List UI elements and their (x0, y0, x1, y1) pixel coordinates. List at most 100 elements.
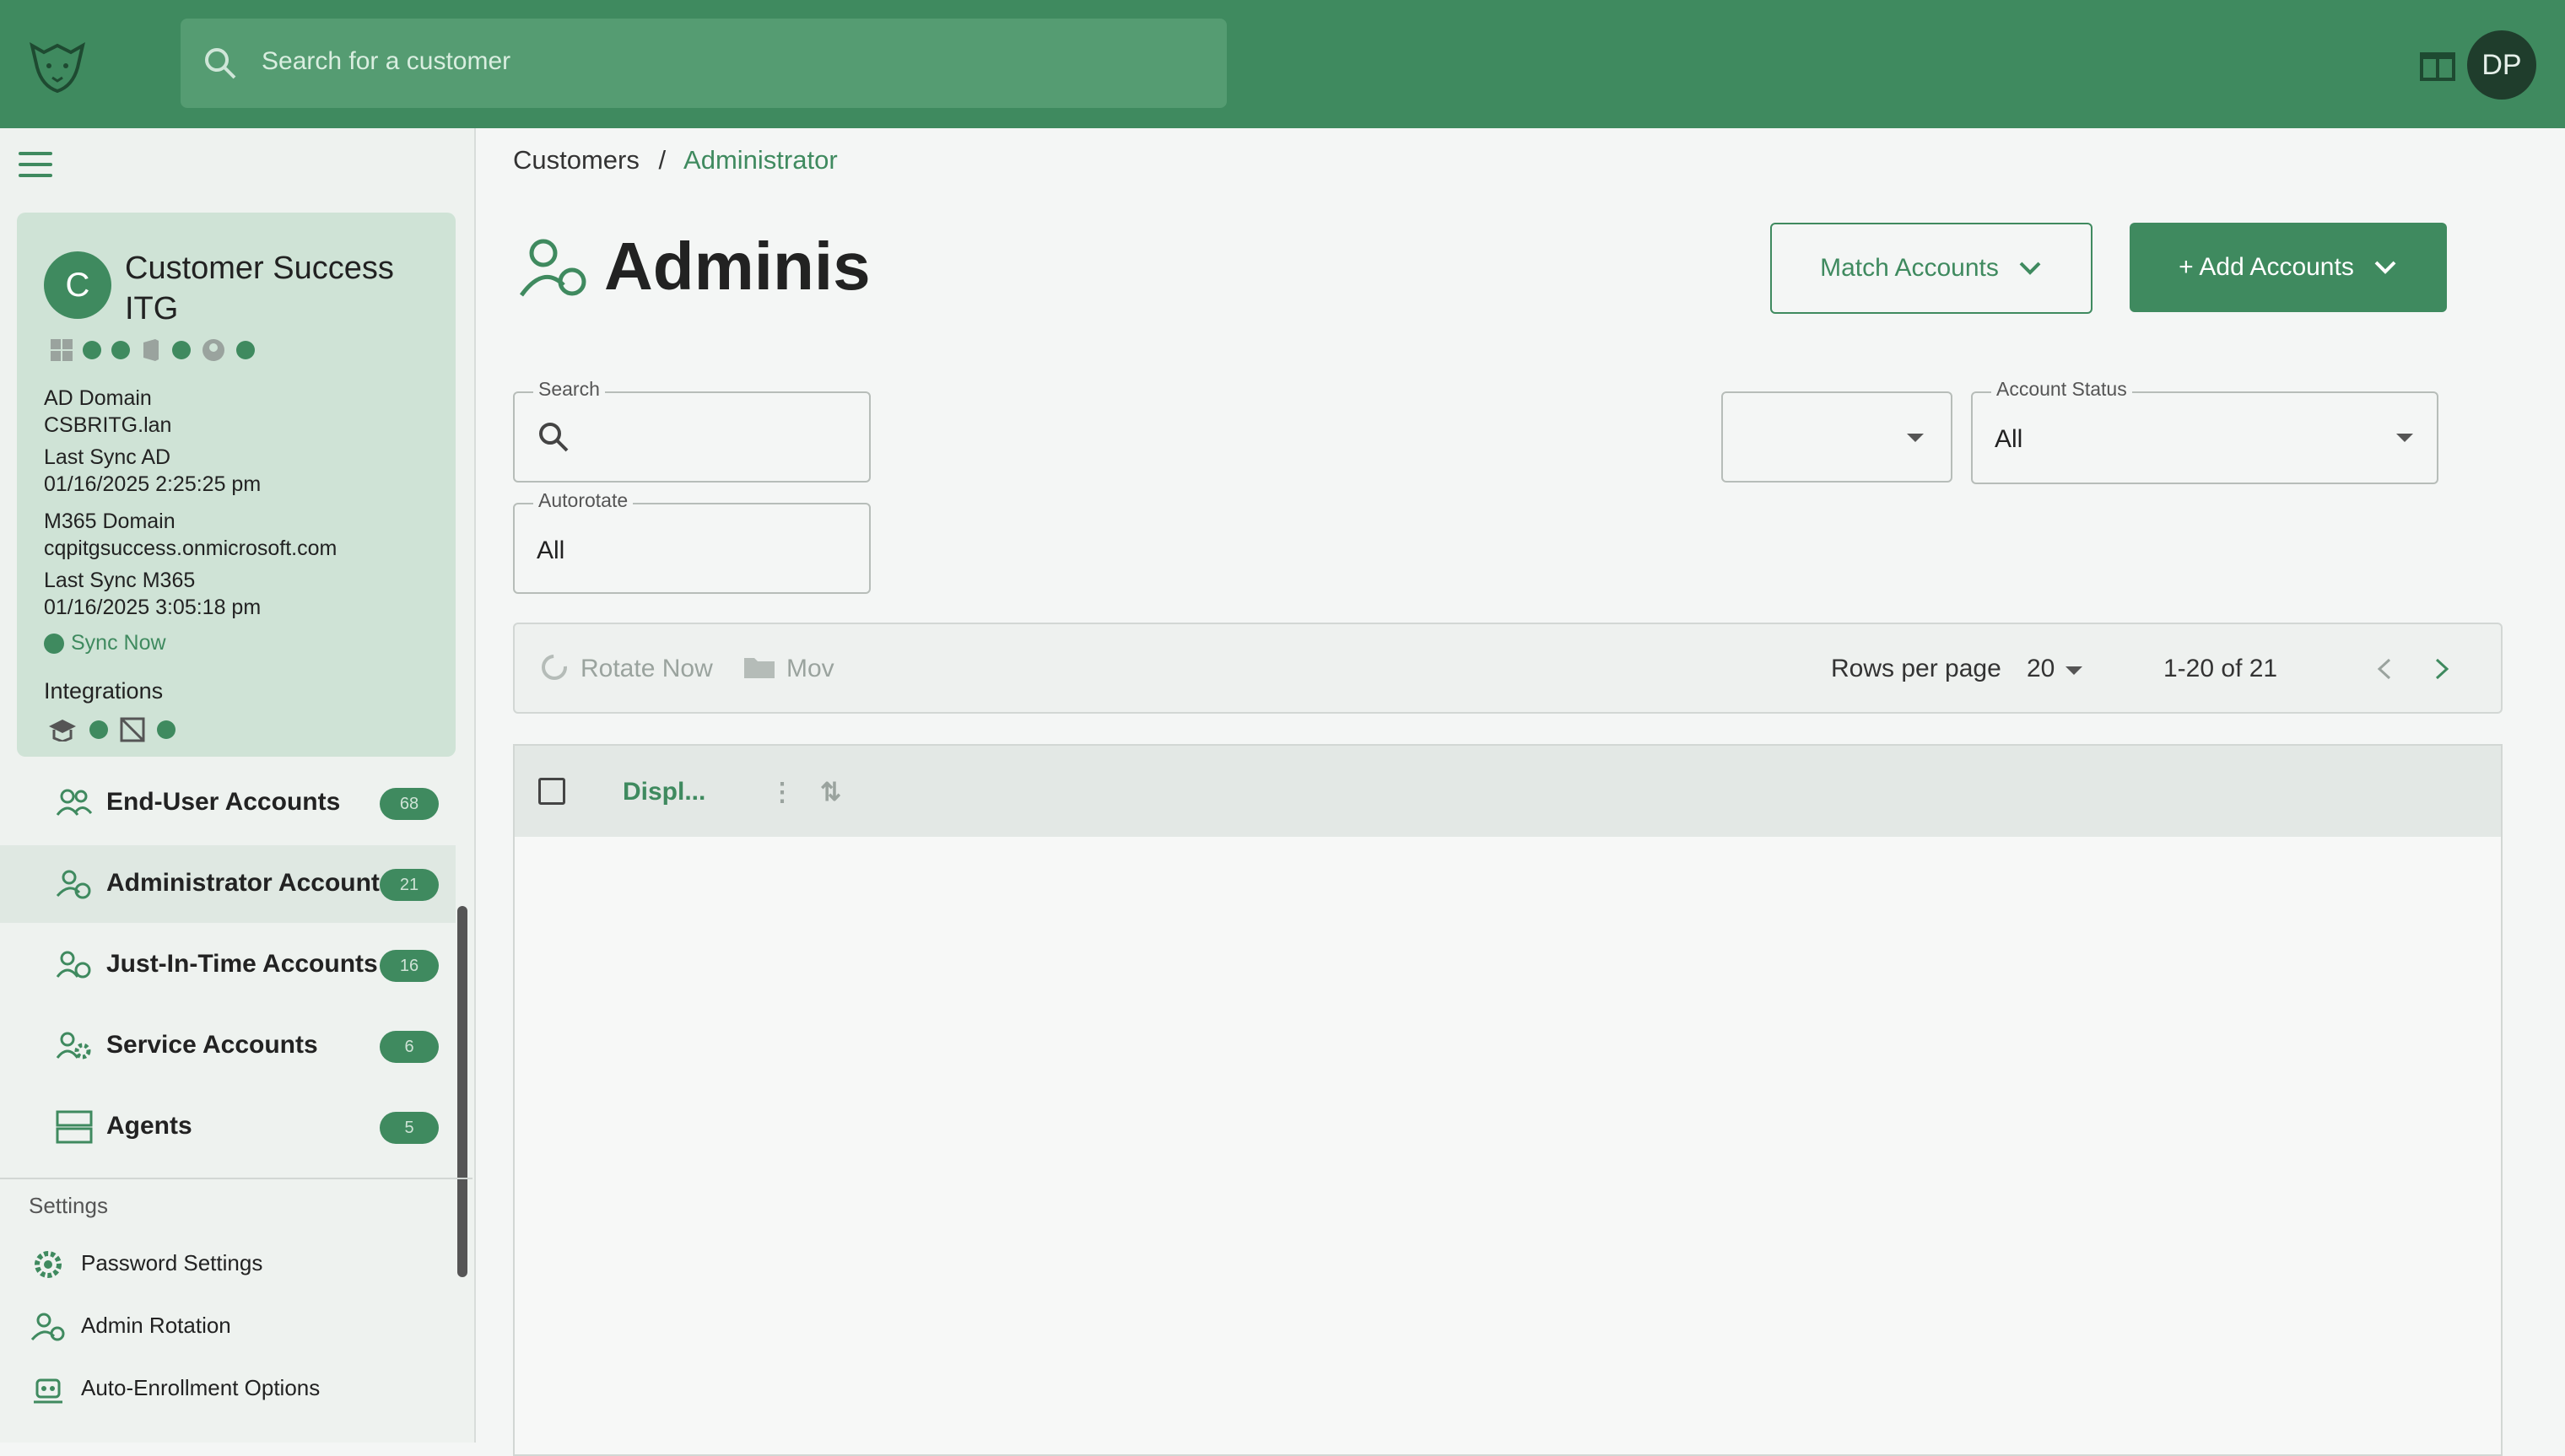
match-accounts-button[interactable]: Match Accounts (1770, 223, 2092, 314)
m365-domain-value: cqpitgsuccess.onmicrosoft.com (44, 537, 338, 560)
sidebar-item-admin-rotation[interactable]: Admin Rotation (30, 1311, 231, 1343)
user-circle-icon (202, 339, 224, 361)
count-badge: 16 (380, 950, 439, 982)
breadcrumb-current[interactable]: Administrator (683, 145, 838, 175)
caret-down-icon[interactable] (2066, 666, 2082, 675)
server-icon (56, 1110, 93, 1144)
integrations-label: Integrations (44, 678, 164, 704)
count-badge: 21 (380, 869, 439, 901)
ad-domain-value: CSBRITG.lan (44, 413, 172, 437)
select-all-checkbox[interactable] (538, 778, 565, 805)
sidebar-item-administrator-accounts[interactable]: Administrator Accounts 21 (0, 845, 456, 923)
accounts-table: Displ... ⇅ ⋮ (513, 744, 2503, 1456)
breadcrumb-root[interactable]: Customers (513, 145, 640, 175)
autorotate-label: Autorotate (533, 489, 634, 512)
count-badge: 5 (380, 1112, 439, 1144)
autorotate-value: All (537, 537, 565, 564)
customer-search-input[interactable]: Search for a customer (181, 19, 1227, 108)
users-icon (56, 789, 93, 816)
status-dot (83, 341, 101, 359)
column-header[interactable]: Displ... (623, 778, 705, 806)
settings-label: Admin Rotation (81, 1312, 231, 1338)
ad-domain-label: AD Domain (44, 386, 152, 410)
windows-icon (51, 339, 73, 361)
last-sync-m365-label: Last Sync M365 (44, 569, 196, 592)
nav-label: Administrator Accounts (106, 869, 394, 897)
service-user-icon (56, 1032, 91, 1060)
filter-dropdown[interactable] (1721, 391, 1952, 483)
table-header: Displ... ⇅ ⋮ (515, 746, 2501, 837)
nav-label: Service Accounts (106, 1031, 318, 1059)
add-accounts-label: + Add Accounts (2179, 253, 2354, 281)
sidebar-item-end-user-accounts[interactable]: End-User Accounts 68 (0, 764, 456, 842)
add-accounts-button[interactable]: + Add Accounts (2130, 223, 2447, 312)
autorotate-filter[interactable]: Autorotate All (513, 489, 871, 594)
nav-label: Just-In-Time Accounts (106, 950, 378, 978)
menu-icon[interactable] (19, 152, 52, 181)
account-status-filter[interactable]: Account Status All (1971, 378, 2438, 484)
caret-down-icon (2396, 434, 2413, 442)
divider (0, 1178, 472, 1179)
sidebar-item-auto-enrollment-options[interactable]: Auto-Enrollment Options (30, 1373, 320, 1405)
chevron-right-icon[interactable] (2432, 656, 2452, 682)
last-sync-ad-label: Last Sync AD (44, 445, 171, 469)
move-folder-icon (744, 658, 775, 678)
rows-per-page-select[interactable]: 20 (2027, 655, 2055, 683)
count-badge: 6 (380, 1031, 439, 1063)
column-menu-icon[interactable]: ⋮ (770, 778, 795, 807)
nav-label: End-User Accounts (106, 788, 341, 816)
breadcrumb-separator: / (658, 145, 667, 175)
m365-domain-label: M365 Domain (44, 510, 176, 533)
office-icon (143, 339, 159, 361)
admin-user-icon (56, 870, 91, 899)
status-dot (89, 720, 108, 739)
sidebar-item-agents[interactable]: Agents 5 (0, 1088, 456, 1166)
sync-now-link[interactable]: Sync Now (44, 631, 166, 655)
count-badge: 68 (380, 788, 439, 820)
sync-icon (44, 634, 64, 655)
status-dot (157, 720, 176, 739)
settings-label: Password Settings (81, 1249, 263, 1275)
rotate-now-button[interactable]: Rotate Now (580, 655, 713, 683)
status-dot (111, 341, 130, 359)
sync-now-label: Sync Now (71, 631, 166, 655)
match-accounts-label: Match Accounts (1820, 254, 1999, 282)
robot-icon (34, 1378, 62, 1404)
sort-icon[interactable]: ⇅ (820, 778, 841, 807)
page-title: Adminis (604, 229, 871, 304)
gear-icon (35, 1251, 62, 1278)
settings-header: Settings (29, 1193, 108, 1218)
rotate-icon (542, 655, 567, 680)
chevron-left-icon[interactable] (2374, 656, 2395, 682)
chevron-down-icon (2374, 261, 2396, 274)
accounts-search-field[interactable]: Search (513, 378, 871, 483)
sidebar-scrollbar[interactable] (457, 906, 467, 1277)
sidebar: C Customer Success ITG AD Domain CSBRITG… (0, 128, 476, 1443)
pagination-range: 1-20 of 21 (2163, 655, 2278, 682)
admin-user-icon (519, 239, 586, 297)
account-status-label: Account Status (1991, 378, 2132, 401)
gift-icon[interactable] (2416, 42, 2459, 84)
move-button[interactable]: Mov (786, 655, 834, 683)
customer-avatar: C (44, 251, 111, 319)
user-rotate-icon (30, 1313, 65, 1341)
sidebar-item-password-settings[interactable]: Password Settings (30, 1248, 262, 1281)
last-sync-ad-value: 01/16/2025 2:25:25 pm (44, 472, 262, 496)
caret-down-icon (1907, 434, 1924, 442)
nav-label: Agents (106, 1112, 192, 1140)
connection-status (51, 337, 255, 363)
top-bar: Search for a customer DP (0, 0, 2565, 128)
search-icon (205, 48, 236, 79)
logo-icon[interactable] (25, 34, 89, 98)
user-avatar[interactable]: DP (2467, 30, 2536, 100)
sidebar-item-just-in-time-accounts[interactable]: Just-In-Time Accounts 16 (0, 926, 456, 1004)
integration-logo-icon (49, 720, 76, 741)
customer-name: Customer Success ITG (125, 251, 394, 326)
breadcrumb: Customers / Administrator (513, 145, 838, 175)
chevron-down-icon (2019, 262, 2041, 275)
sidebar-item-service-accounts[interactable]: Service Accounts 6 (0, 1007, 456, 1085)
last-sync-m365-value: 01/16/2025 3:05:18 pm (44, 596, 262, 619)
search-placeholder: Search for a customer (262, 47, 511, 75)
customer-card: C Customer Success ITG AD Domain CSBRITG… (17, 213, 456, 757)
integration-logo-icon (120, 717, 145, 742)
